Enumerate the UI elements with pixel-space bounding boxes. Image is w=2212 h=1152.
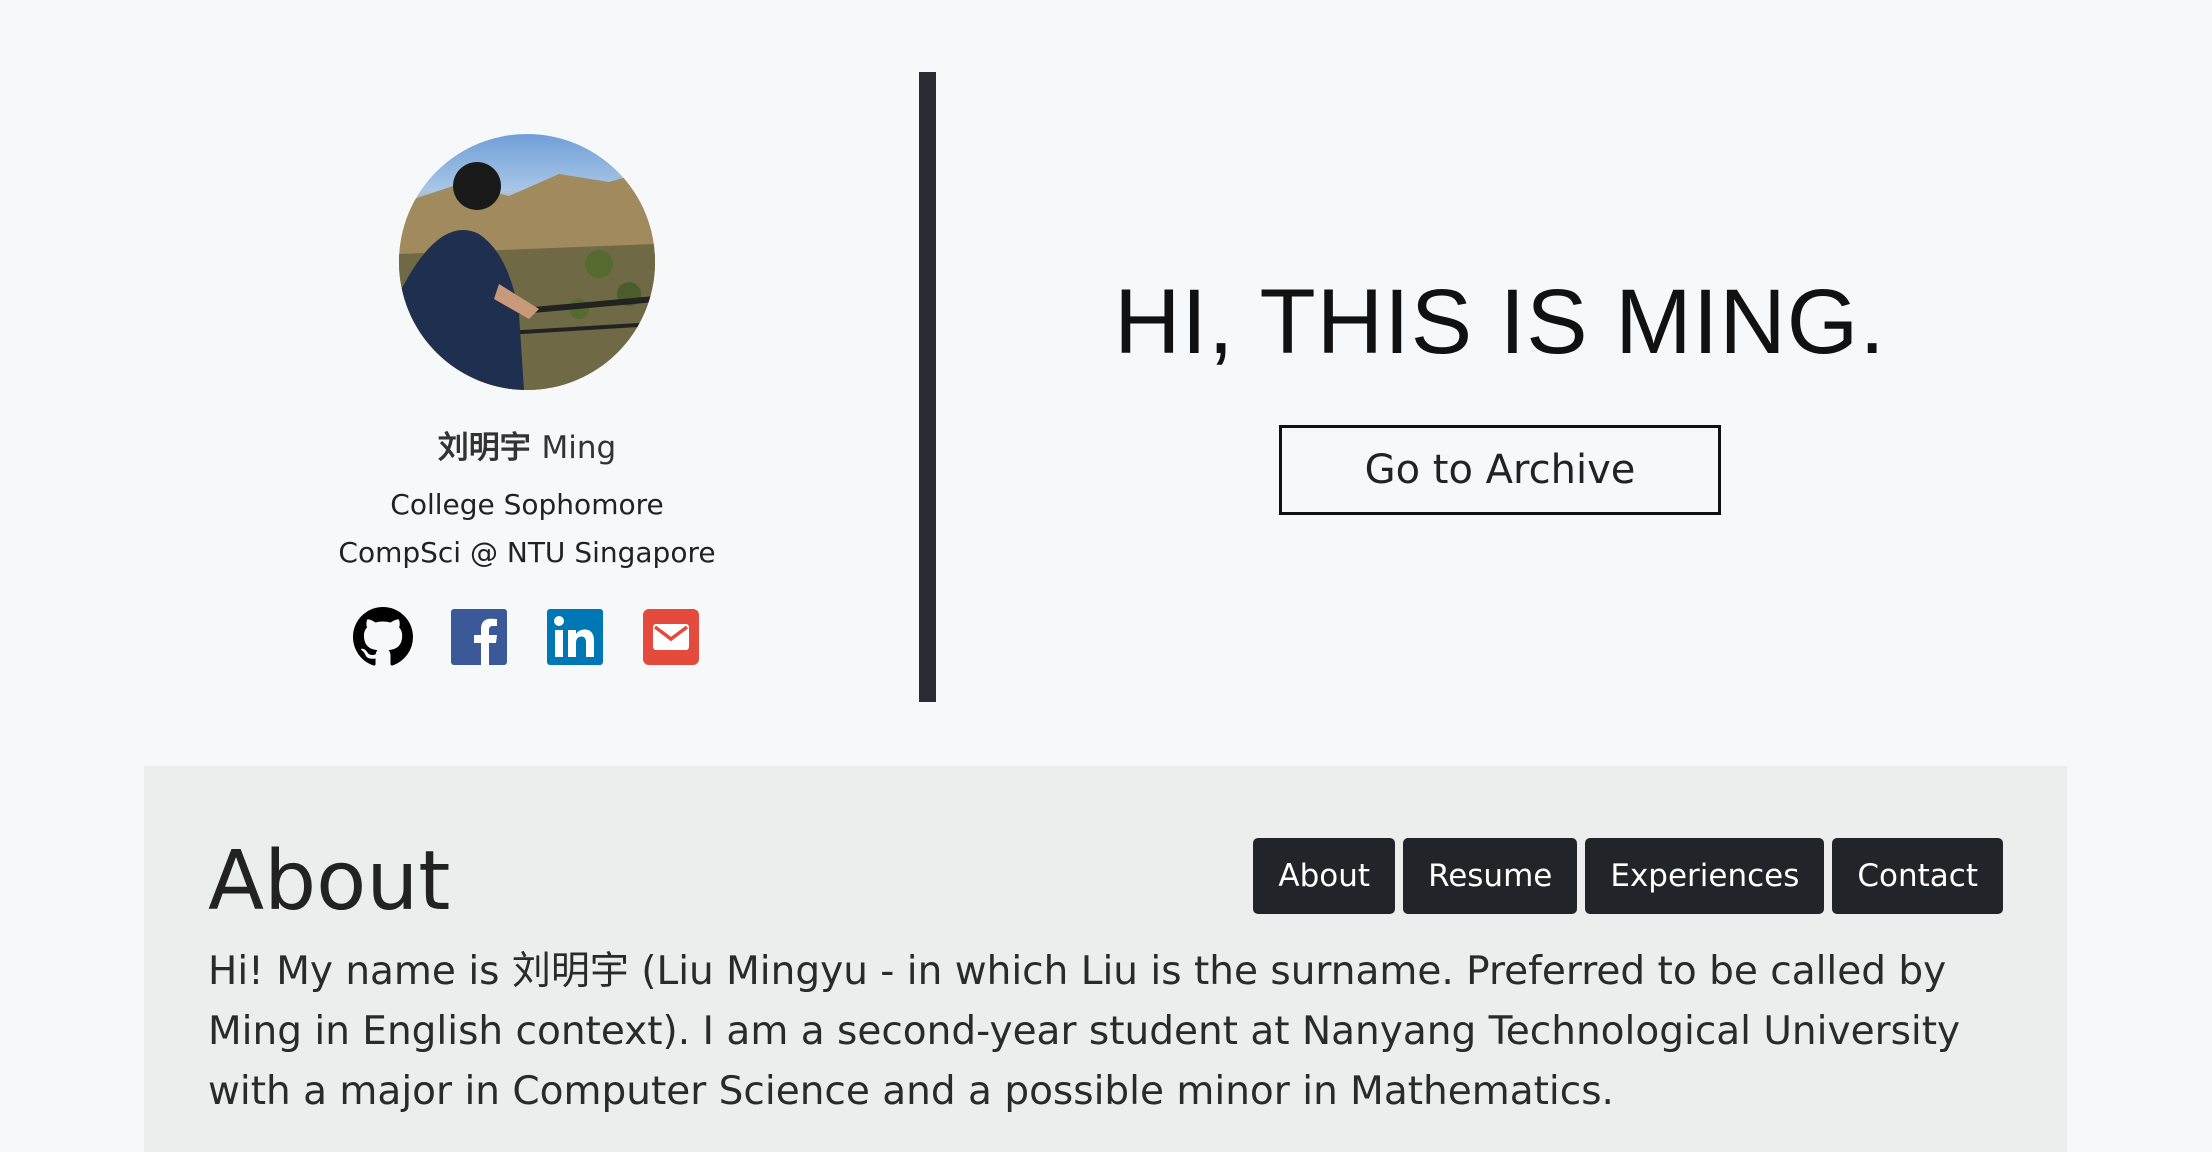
facebook-icon bbox=[451, 609, 507, 665]
profile-card: 刘明宇 Ming College Sophomore CompSci @ NTU… bbox=[266, 134, 788, 667]
hero-section: 刘明宇 Ming College Sophomore CompSci @ NTU… bbox=[0, 0, 2212, 766]
nav-experiences-button[interactable]: Experiences bbox=[1585, 838, 1825, 914]
social-links bbox=[266, 607, 788, 667]
linkedin-icon bbox=[547, 609, 603, 665]
about-title: About bbox=[208, 834, 451, 929]
about-text: Hi! My name is 刘明宇 (Liu Mingyu - in whic… bbox=[208, 949, 1961, 1114]
go-to-archive-button[interactable]: Go to Archive bbox=[1279, 425, 1721, 515]
nav-contact-button[interactable]: Contact bbox=[1832, 838, 2003, 914]
profile-school: CompSci @ NTU Singapore bbox=[338, 536, 716, 569]
profile-subtitle: College Sophomore CompSci @ NTU Singapor… bbox=[266, 481, 788, 577]
profile-name: 刘明宇 Ming bbox=[266, 422, 788, 467]
headline: HI, THIS IS MING. bbox=[1114, 271, 1886, 373]
github-icon bbox=[353, 607, 413, 666]
email-icon bbox=[643, 609, 699, 665]
nav-resume-button[interactable]: Resume bbox=[1403, 838, 1578, 914]
facebook-link[interactable] bbox=[449, 607, 509, 667]
vertical-divider bbox=[919, 72, 936, 702]
profile-name-cn: 刘明宇 bbox=[437, 430, 531, 466]
about-section: About About Resume Experiences Contact H… bbox=[144, 766, 2067, 1152]
profile-name-en: Ming bbox=[541, 430, 617, 466]
nav-about-button[interactable]: About bbox=[1253, 838, 1396, 914]
github-link[interactable] bbox=[353, 607, 413, 667]
intro: HI, THIS IS MING. Go to Archive bbox=[1000, 270, 2000, 515]
profile-role: College Sophomore bbox=[390, 488, 664, 521]
section-nav: About Resume Experiences Contact bbox=[1253, 838, 2003, 914]
linkedin-link[interactable] bbox=[545, 607, 605, 667]
avatar bbox=[399, 134, 655, 390]
email-link[interactable] bbox=[641, 607, 701, 667]
